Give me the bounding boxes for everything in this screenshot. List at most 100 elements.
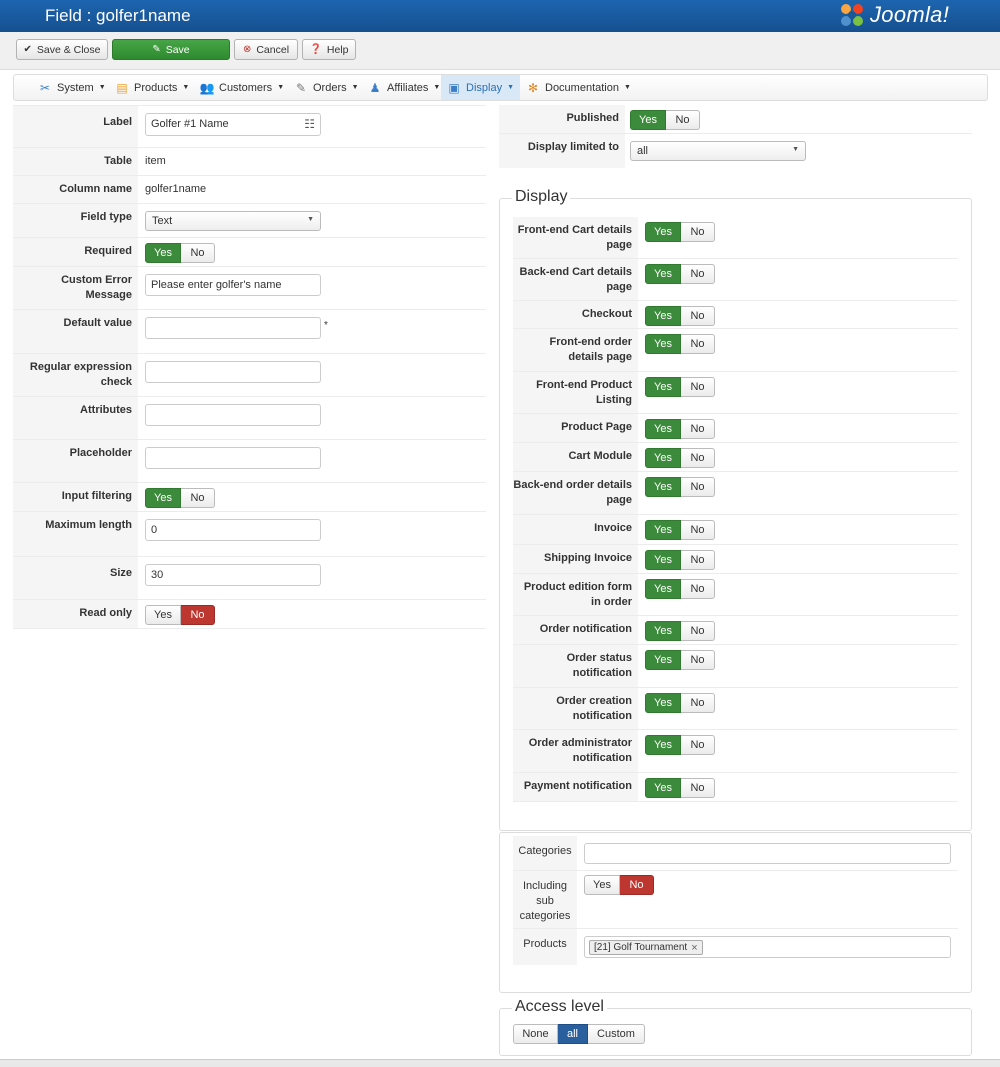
- display-option-yes[interactable]: Yes: [645, 735, 681, 755]
- placeholder-input[interactable]: [145, 447, 321, 469]
- menu-item-orders[interactable]: ✎ Orders ▼: [292, 75, 361, 100]
- placeholder-row: Placeholder: [13, 440, 486, 483]
- attributes-input[interactable]: [145, 404, 321, 426]
- menu-item-customers[interactable]: 👥 Customers ▼: [198, 75, 286, 100]
- table-label: Table: [13, 148, 138, 175]
- affiliates-icon: ♟: [369, 80, 381, 95]
- display-option-label: Order administrator notification: [513, 730, 638, 772]
- read-only-yes[interactable]: Yes: [145, 605, 181, 625]
- access-all-button[interactable]: all: [558, 1024, 588, 1044]
- max-length-row: Maximum length 0: [13, 512, 486, 557]
- menu-item-system[interactable]: ✂ System ▼: [36, 75, 108, 100]
- input-filtering-no[interactable]: No: [181, 488, 215, 508]
- display-option-no[interactable]: No: [681, 550, 715, 570]
- display-option-yes[interactable]: Yes: [645, 377, 681, 397]
- menu-item-display[interactable]: ▣ Display ▼: [441, 75, 521, 100]
- display-option-yes[interactable]: Yes: [645, 520, 681, 540]
- display-option-no[interactable]: No: [681, 735, 715, 755]
- including-sub-row: Including sub categories Yes No: [513, 871, 958, 929]
- display-option-yes[interactable]: Yes: [645, 550, 681, 570]
- display-option-no[interactable]: No: [681, 419, 715, 439]
- input-filtering-yes[interactable]: Yes: [145, 488, 181, 508]
- display-option-toggle: Yes No: [645, 735, 715, 755]
- including-sub-toggle: Yes No: [584, 875, 654, 895]
- label-label: Label: [13, 106, 138, 147]
- attributes-label: Attributes: [13, 397, 138, 439]
- display-limited-select[interactable]: all ▼: [630, 141, 806, 161]
- custom-error-label: Custom Error Message: [13, 267, 138, 309]
- display-limited-label: Display limited to: [499, 134, 625, 168]
- menu-item-products[interactable]: ▤ Products ▼: [113, 75, 191, 100]
- chevron-down-icon: ▼: [307, 216, 314, 223]
- published-no[interactable]: No: [666, 110, 700, 130]
- menu-item-affiliates[interactable]: ♟ Affiliates ▼: [366, 75, 442, 100]
- display-option-no[interactable]: No: [681, 477, 715, 497]
- display-option-no[interactable]: No: [681, 520, 715, 540]
- save-close-button[interactable]: ✔ Save & Close: [16, 39, 108, 60]
- help-button[interactable]: ❓ Help: [302, 39, 356, 60]
- required-yes[interactable]: Yes: [145, 243, 181, 263]
- display-option-yes[interactable]: Yes: [645, 778, 681, 798]
- input-filtering-toggle: Yes No: [145, 488, 215, 508]
- display-option-yes[interactable]: Yes: [645, 306, 681, 326]
- regex-input[interactable]: [145, 361, 321, 383]
- display-option-no[interactable]: No: [681, 579, 715, 599]
- display-option-yes[interactable]: Yes: [645, 222, 681, 242]
- display-option-no[interactable]: No: [681, 264, 715, 284]
- products-input[interactable]: [21] Golf Tournament ×: [584, 936, 951, 958]
- default-value-input[interactable]: [145, 317, 321, 339]
- save-button[interactable]: ✎ Save: [112, 39, 230, 60]
- required-no[interactable]: No: [181, 243, 215, 263]
- display-option-toggle: Yes No: [645, 579, 715, 599]
- table-value: item: [145, 155, 166, 167]
- display-option-no[interactable]: No: [681, 306, 715, 326]
- input-filtering-label: Input filtering: [13, 483, 138, 511]
- field-type-select[interactable]: Text ▼: [145, 211, 321, 231]
- display-option-label: Product edition form in order: [513, 574, 638, 615]
- access-none-button[interactable]: None: [513, 1024, 558, 1044]
- remove-tag-icon[interactable]: ×: [691, 942, 697, 954]
- display-option-yes[interactable]: Yes: [645, 579, 681, 599]
- display-option-yes[interactable]: Yes: [645, 650, 681, 670]
- display-option-yes[interactable]: Yes: [645, 334, 681, 354]
- display-option-no[interactable]: No: [681, 650, 715, 670]
- display-option-no[interactable]: No: [681, 222, 715, 242]
- display-option-toggle: Yes No: [645, 334, 715, 354]
- published-yes[interactable]: Yes: [630, 110, 666, 130]
- custom-error-input[interactable]: Please enter golfer's name: [145, 274, 321, 296]
- size-input[interactable]: 30: [145, 564, 321, 586]
- product-tag-label: [21] Golf Tournament: [594, 942, 688, 953]
- display-option-yes[interactable]: Yes: [645, 477, 681, 497]
- display-option-no[interactable]: No: [681, 448, 715, 468]
- display-option-yes[interactable]: Yes: [645, 621, 681, 641]
- menu-item-label: Orders: [313, 81, 347, 94]
- display-option-yes[interactable]: Yes: [645, 448, 681, 468]
- display-option-no[interactable]: No: [681, 621, 715, 641]
- display-option-label: Cart Module: [513, 443, 638, 471]
- display-option-label: Product Page: [513, 414, 638, 442]
- product-tag: [21] Golf Tournament ×: [589, 940, 703, 955]
- display-option-toggle: Yes No: [645, 419, 715, 439]
- menu-item-documentation[interactable]: ✻ Documentation ▼: [524, 75, 633, 100]
- display-option-yes[interactable]: Yes: [645, 693, 681, 713]
- display-option-no[interactable]: No: [681, 334, 715, 354]
- access-custom-button[interactable]: Custom: [588, 1024, 645, 1044]
- including-sub-yes[interactable]: Yes: [584, 875, 620, 895]
- display-option-no[interactable]: No: [681, 778, 715, 798]
- label-input[interactable]: Golfer #1 Name ☷: [145, 113, 321, 136]
- display-option-yes[interactable]: Yes: [645, 264, 681, 284]
- cancel-icon: ⊗: [242, 44, 252, 55]
- display-option-row: Shipping Invoice Yes No: [513, 545, 958, 574]
- read-only-no[interactable]: No: [181, 605, 215, 625]
- required-toggle: Yes No: [145, 243, 215, 263]
- display-option-yes[interactable]: Yes: [645, 419, 681, 439]
- column-label: Column name: [13, 176, 138, 203]
- display-option-no[interactable]: No: [681, 693, 715, 713]
- cancel-button[interactable]: ⊗ Cancel: [234, 39, 298, 60]
- max-length-input[interactable]: 0: [145, 519, 321, 541]
- including-sub-no[interactable]: No: [620, 875, 654, 895]
- display-option-no[interactable]: No: [681, 377, 715, 397]
- translate-icon[interactable]: ☷: [304, 117, 315, 131]
- categories-input[interactable]: [584, 843, 951, 864]
- display-option-row: Order creation notification Yes No: [513, 688, 958, 730]
